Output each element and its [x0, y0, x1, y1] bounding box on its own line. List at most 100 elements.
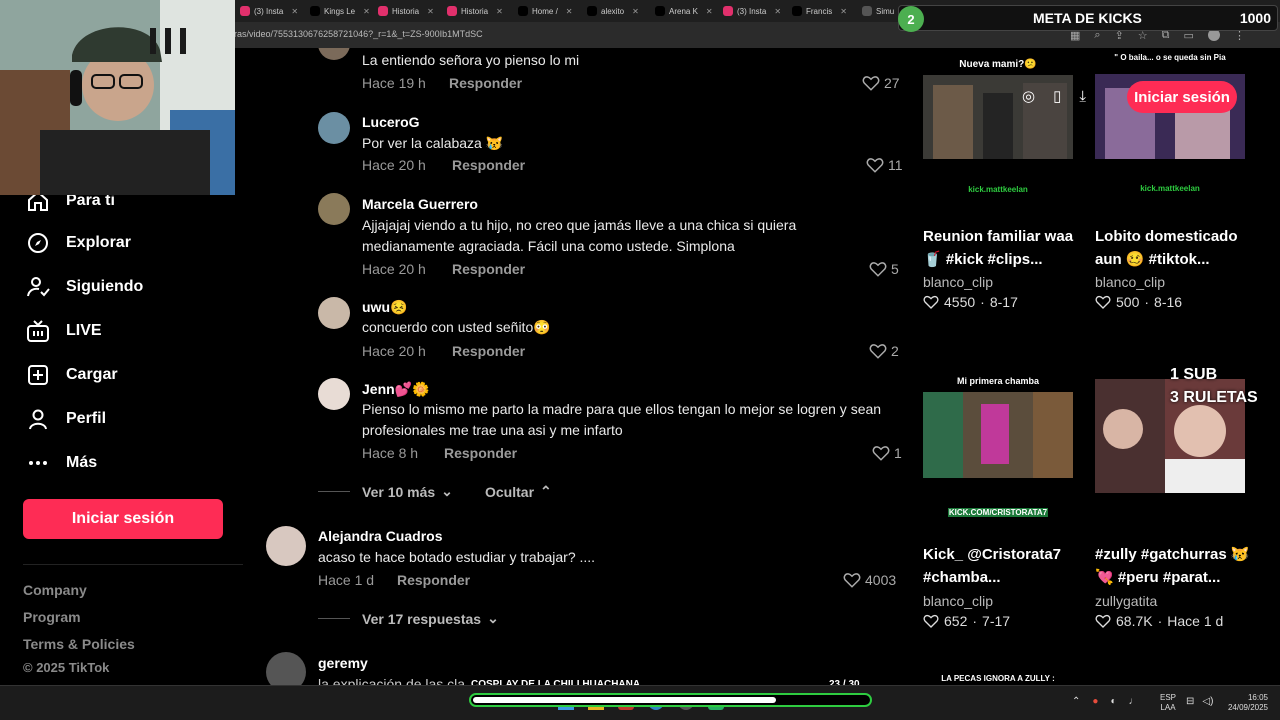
- hide-button[interactable]: Ocultar ⌃: [485, 483, 552, 500]
- like-button[interactable]: 2: [869, 342, 899, 360]
- reply-button[interactable]: Responder: [452, 157, 525, 173]
- video-title[interactable]: #zully #gatchurras 😿💘 #peru #parat...: [1095, 543, 1255, 589]
- video-thumbnail[interactable]: Mi primera chamba KICK.COM/CRISTORATA7: [923, 372, 1073, 522]
- tray-app-icon[interactable]: ●: [1092, 696, 1098, 707]
- close-icon[interactable]: ✕: [291, 7, 298, 16]
- like-count: 2: [891, 343, 899, 359]
- browser-tab[interactable]: alexito ✕: [587, 2, 651, 20]
- browser-tab[interactable]: (3) Insta ✕: [723, 2, 788, 20]
- phone-icon[interactable]: ▯: [1053, 87, 1061, 105]
- comment-author[interactable]: Alejandra Cuadros: [318, 528, 442, 544]
- like-button[interactable]: 1: [872, 444, 902, 462]
- video-author[interactable]: blanco_clip: [1095, 274, 1165, 290]
- tab-label: (3) Insta: [254, 6, 284, 16]
- browser-tab[interactable]: Historia ✕: [447, 2, 514, 20]
- view-replies-button[interactable]: Ver 17 respuestas ⌄: [362, 610, 499, 627]
- browser-tab[interactable]: Arena K ✕: [655, 2, 719, 20]
- language-indicator[interactable]: ESP LAA: [1160, 693, 1176, 713]
- close-icon[interactable]: ✕: [566, 7, 573, 16]
- video-author[interactable]: blanco_clip: [923, 593, 993, 609]
- video-title[interactable]: Reunion familiar waa 🥤 #kick #clips...: [923, 225, 1083, 271]
- avatar[interactable]: [318, 112, 350, 144]
- like-button[interactable]: 27: [862, 74, 900, 92]
- browser-tab[interactable]: (3) Insta ✕: [240, 2, 306, 20]
- comment-author[interactable]: LuceroG: [362, 114, 420, 130]
- view-more-button[interactable]: Ver 10 más ⌄: [362, 483, 453, 500]
- close-icon[interactable]: ✕: [774, 7, 781, 16]
- avatar[interactable]: [318, 378, 350, 410]
- comment-author[interactable]: geremy: [318, 655, 368, 671]
- goal-badge: 2: [898, 6, 924, 32]
- heart-icon: [923, 614, 939, 628]
- clock[interactable]: 16:05 24/09/2025: [1224, 693, 1268, 713]
- comment-text: concuerdo con usted señito😳: [362, 319, 551, 335]
- tray-app-icon[interactable]: ◐: [1110, 696, 1116, 707]
- comment-time: Hace 8 h: [362, 445, 419, 461]
- reply-button[interactable]: Responder: [452, 261, 525, 277]
- close-icon[interactable]: ✕: [427, 7, 434, 16]
- login-button-top[interactable]: Iniciar sesión: [1127, 81, 1237, 113]
- video-author[interactable]: zullygatita: [1095, 593, 1157, 609]
- video-title[interactable]: Lobito domesticado aun 🥴 #tiktok...: [1095, 225, 1255, 271]
- reply-button[interactable]: Responder: [452, 343, 525, 359]
- sidebar-item-cargar[interactable]: Cargar: [26, 363, 118, 387]
- login-button[interactable]: Iniciar sesión: [23, 499, 223, 539]
- video-author[interactable]: blanco_clip: [923, 274, 993, 290]
- network-icon: ⊟: [1186, 696, 1195, 707]
- webcam-overlay: [0, 0, 235, 195]
- reply-button[interactable]: Responder: [397, 572, 470, 588]
- sidebar-item-label: Perfil: [66, 410, 107, 427]
- browser-tab[interactable]: Historia ✕: [378, 2, 443, 20]
- avatar[interactable]: [318, 297, 350, 329]
- sidebar-item-label: Siguiendo: [66, 278, 144, 295]
- microphone-icon[interactable]: ♩: [1128, 696, 1138, 707]
- footer-company[interactable]: Company: [23, 582, 87, 598]
- sidebar-item-perfil[interactable]: Perfil: [26, 407, 106, 431]
- video-date: 8-16: [1154, 294, 1183, 310]
- browser-tab[interactable]: Home / ✕: [518, 2, 583, 20]
- comment-author[interactable]: Marcela Guerrero: [362, 196, 478, 212]
- sidebar-item-mas[interactable]: Más: [26, 451, 97, 475]
- sidebar-item-siguiendo[interactable]: Siguiendo: [26, 275, 143, 299]
- reply-button[interactable]: Responder: [444, 445, 517, 461]
- like-button[interactable]: 11: [866, 156, 903, 174]
- close-icon[interactable]: ✕: [840, 7, 847, 16]
- tab-label: Kings Le: [324, 6, 356, 16]
- sidebar-item-explorar[interactable]: Explorar: [26, 231, 131, 255]
- browser-tab[interactable]: Kings Le ✕: [310, 2, 374, 20]
- tab-label: Francis: [806, 6, 833, 16]
- sidebar-item-live[interactable]: LIVE: [26, 319, 102, 343]
- video-title[interactable]: Kick_ @Cristorata7 #chamba...: [923, 543, 1083, 589]
- browser-tab[interactable]: Francis ✕: [792, 2, 858, 20]
- following-icon: [27, 277, 50, 297]
- like-button[interactable]: 4003: [843, 571, 896, 589]
- close-icon[interactable]: ✕: [363, 7, 370, 16]
- status-icons[interactable]: ⊟ ◁): [1186, 696, 1213, 707]
- like-button[interactable]: 5: [869, 260, 899, 278]
- comment-author[interactable]: Jenn💕🌼: [362, 381, 430, 398]
- url-text[interactable]: ras/video/7553130676258721046?_r=1&_t=ZS…: [234, 29, 483, 39]
- heart-icon: [1095, 614, 1111, 628]
- comment-author[interactable]: uwu😣: [362, 299, 407, 316]
- upload-icon: [28, 365, 48, 385]
- close-icon[interactable]: ✕: [632, 7, 639, 16]
- video-overlay-text: LA PECAS IGNORA A ZULLY :: [941, 674, 1055, 683]
- close-icon[interactable]: ✕: [706, 7, 713, 16]
- related-videos: Nueva mami?😕 kick.mattkeelan Reunion fam…: [910, 48, 1280, 685]
- system-tray: ⌃ ● ◐ ♩: [1072, 696, 1138, 707]
- avatar[interactable]: [266, 526, 306, 566]
- heart-icon: [923, 295, 939, 309]
- download-icon[interactable]: ⤓: [1079, 88, 1086, 105]
- chevron-up-icon[interactable]: ⌃: [1072, 696, 1080, 707]
- footer-terms[interactable]: Terms & Policies: [23, 636, 135, 652]
- avatar[interactable]: [318, 48, 350, 60]
- close-icon[interactable]: ✕: [496, 7, 503, 16]
- avatar[interactable]: [266, 652, 306, 685]
- reply-button[interactable]: Responder: [449, 75, 522, 91]
- avatar[interactable]: [318, 193, 350, 225]
- kick-watermark: kick.mattkeelan: [968, 185, 1028, 194]
- goal-label: META DE KICKS: [1033, 10, 1142, 26]
- tiktok-logo-icon[interactable]: ◎: [1022, 87, 1035, 105]
- footer-program[interactable]: Program: [23, 609, 81, 625]
- webcam-image: [0, 0, 235, 195]
